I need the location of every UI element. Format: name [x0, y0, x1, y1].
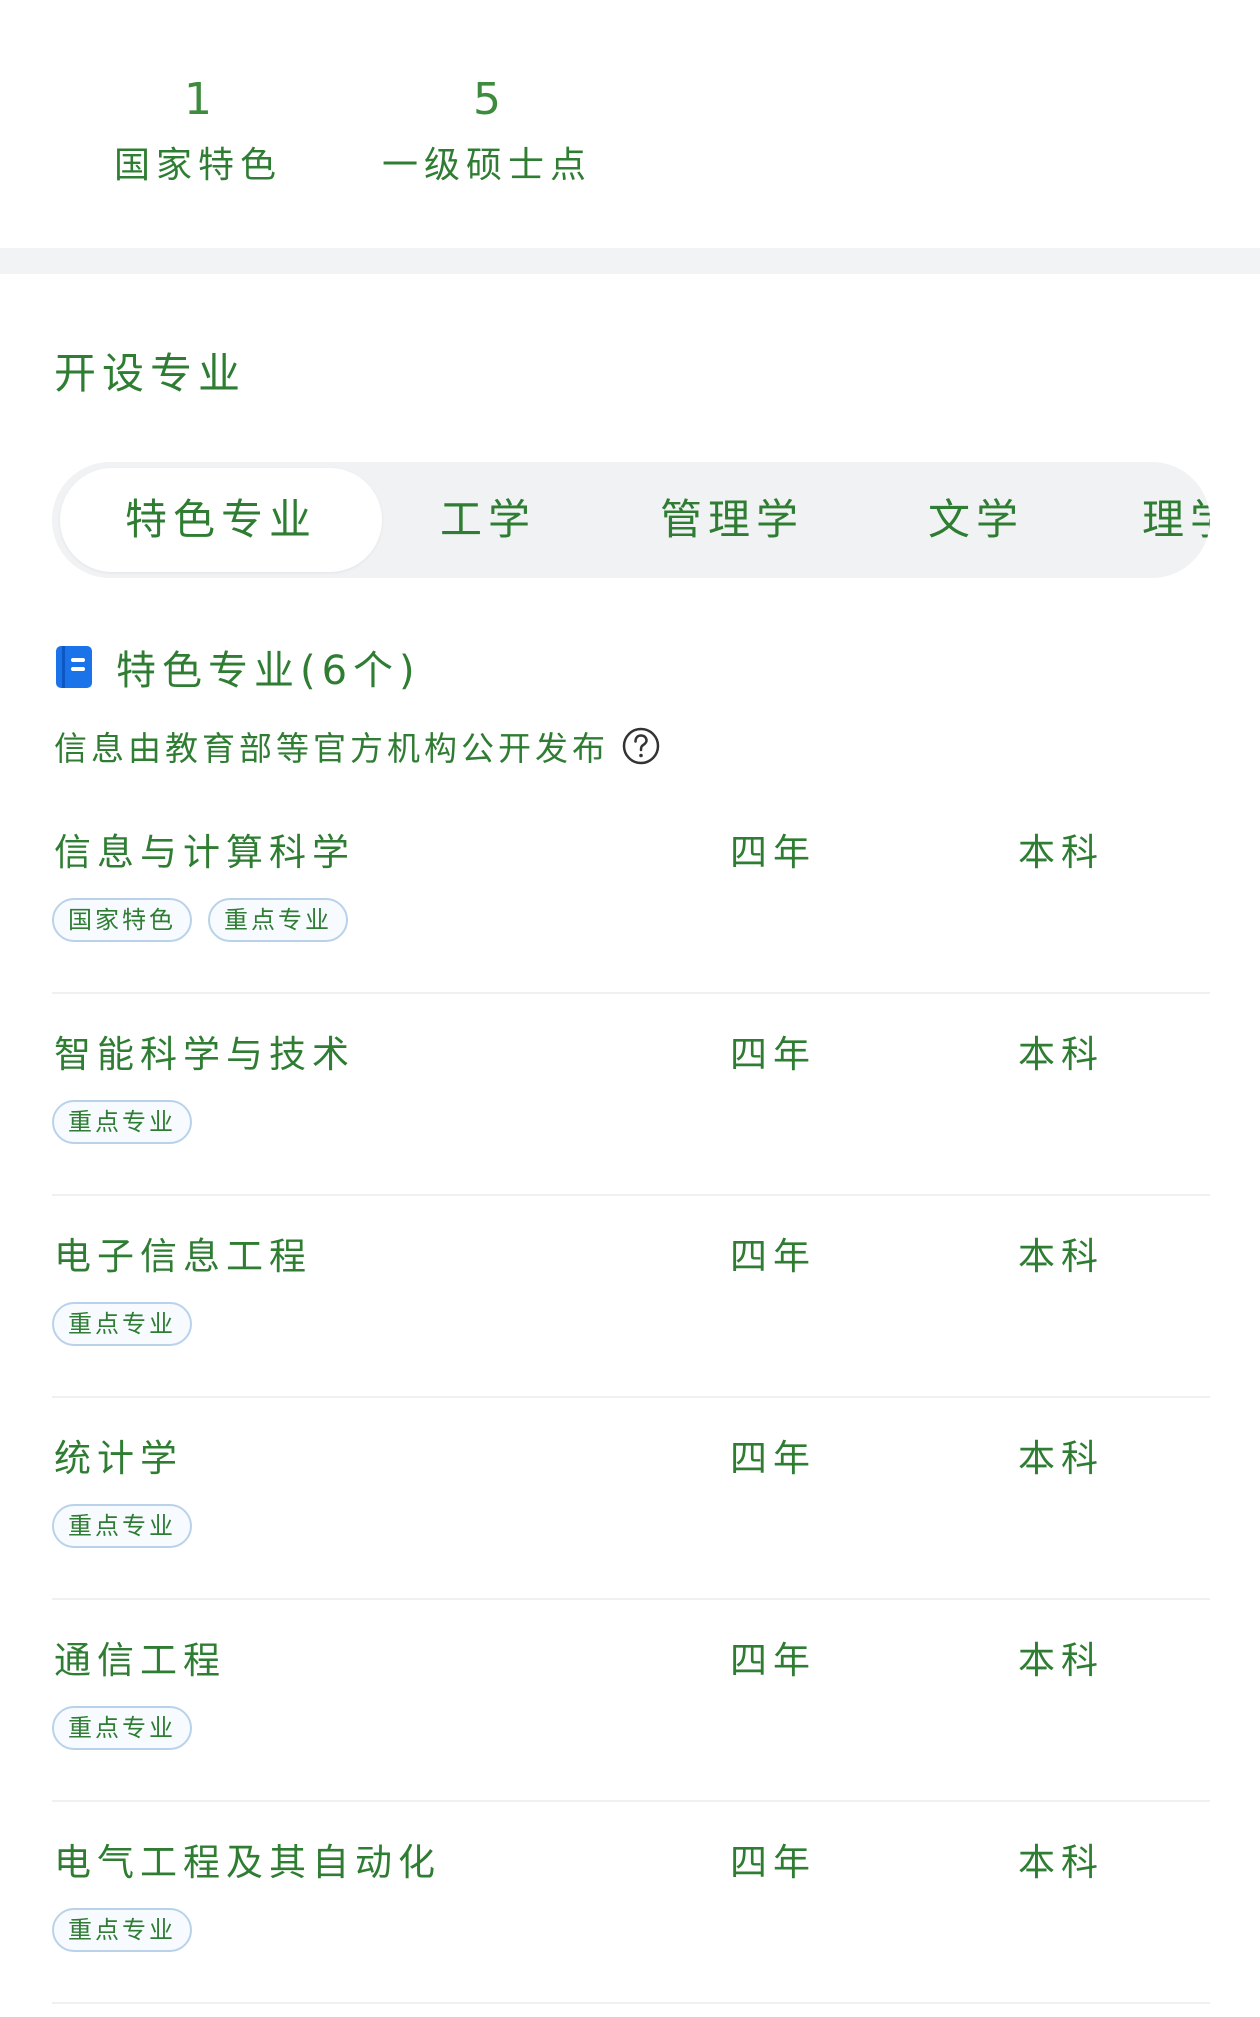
major-degree: 本科 [1018, 1841, 1104, 1884]
section-divider [0, 248, 1260, 274]
major-row[interactable]: 通信工程 四年 本科 重点专业 [52, 1598, 1210, 1802]
tag-badge: 重点专业 [52, 1908, 192, 1952]
tab-management[interactable]: 管理学 [660, 462, 804, 578]
tag-badge: 重点专业 [52, 1302, 192, 1346]
major-name: 统计学 [54, 1437, 183, 1480]
source-note: 信息由教育部等官方机构公开发布 [54, 722, 661, 770]
tag-badge: 重点专业 [208, 898, 348, 942]
stat-label: 一级硕士点 [381, 145, 592, 186]
major-tags: 重点专业 [52, 1504, 192, 1548]
major-degree: 本科 [1018, 1235, 1104, 1278]
tag-badge: 国家特色 [52, 898, 192, 942]
tab-featured[interactable]: 特色专业 [60, 468, 382, 572]
book-icon [56, 646, 92, 688]
major-duration: 四年 [730, 1841, 816, 1884]
major-tags: 重点专业 [52, 1706, 192, 1750]
category-tab-bar[interactable]: 特色专业 工学 管理学 文学 理学 [52, 462, 1210, 578]
tag-badge: 重点专业 [52, 1706, 192, 1750]
stat-national-feature[interactable]: 1 国家特色 [110, 70, 286, 194]
major-duration: 四年 [730, 1033, 816, 1076]
major-tags: 国家特色 重点专业 [52, 898, 348, 942]
help-icon[interactable] [621, 726, 661, 766]
source-text: 信息由教育部等官方机构公开发布 [54, 729, 609, 768]
stat-label: 国家特色 [113, 145, 282, 186]
major-duration: 四年 [730, 1639, 816, 1682]
major-name: 通信工程 [54, 1639, 226, 1682]
tag-badge: 重点专业 [52, 1504, 192, 1548]
tag-badge: 重点专业 [52, 1100, 192, 1144]
major-row[interactable]: 智能科学与技术 四年 本科 重点专业 [52, 992, 1210, 1196]
list-title: 特色专业(6个) [116, 648, 421, 694]
tab-engineering[interactable]: 工学 [440, 462, 536, 578]
major-tags: 重点专业 [52, 1908, 192, 1952]
major-row[interactable]: 统计学 四年 本科 重点专业 [52, 1396, 1210, 1600]
major-tags: 重点专业 [52, 1100, 192, 1144]
list-heading: 特色专业(6个) [54, 640, 421, 694]
major-tags: 重点专业 [52, 1302, 192, 1346]
major-duration: 四年 [730, 1235, 816, 1278]
section-title: 开设专业 [54, 349, 247, 398]
major-row[interactable]: 信息与计算科学 四年 本科 国家特色 重点专业 [52, 790, 1210, 994]
major-duration: 四年 [730, 1437, 816, 1480]
major-degree: 本科 [1018, 1639, 1104, 1682]
major-row[interactable]: 电气工程及其自动化 四年 本科 重点专业 [52, 1800, 1210, 2004]
stat-master-points[interactable]: 5 一级硕士点 [372, 70, 602, 194]
major-duration: 四年 [730, 831, 816, 874]
major-name: 电气工程及其自动化 [54, 1841, 441, 1884]
major-name: 电子信息工程 [54, 1235, 312, 1278]
major-degree: 本科 [1018, 831, 1104, 874]
major-degree: 本科 [1018, 1033, 1104, 1076]
major-degree: 本科 [1018, 1437, 1104, 1480]
tab-science[interactable]: 理学 [1142, 462, 1210, 578]
major-name: 信息与计算科学 [54, 831, 355, 874]
major-name: 智能科学与技术 [54, 1033, 355, 1076]
stat-value: 1 [184, 74, 212, 125]
tab-literature[interactable]: 文学 [928, 462, 1024, 578]
stat-value: 5 [473, 74, 501, 125]
major-row[interactable]: 电子信息工程 四年 本科 重点专业 [52, 1194, 1210, 1398]
stats-panel: 1 国家特色 5 一级硕士点 [0, 0, 1260, 248]
